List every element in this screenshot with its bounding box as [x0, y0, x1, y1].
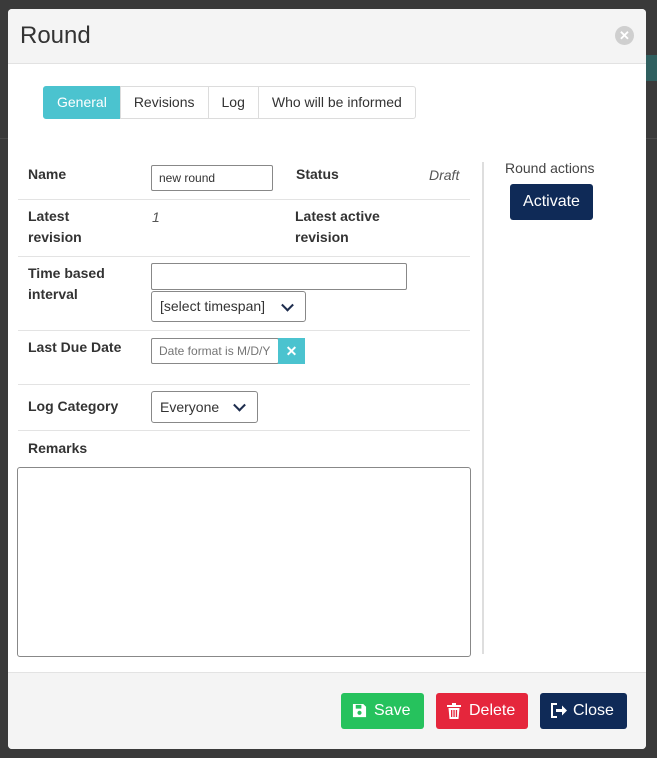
tab-log[interactable]: Log — [207, 86, 259, 119]
last-due-date-input[interactable] — [151, 338, 279, 364]
tab-bar: General Revisions Log Who will be inform… — [43, 86, 416, 119]
latest-revision-label: Latest revision — [28, 208, 82, 245]
time-interval-label: Time based interval — [28, 265, 105, 302]
log-category-label: Log Category — [28, 398, 119, 414]
close-icon[interactable]: ✕ — [615, 26, 634, 45]
backdrop-line — [646, 138, 657, 139]
last-due-date-label: Last Due Date — [28, 339, 122, 355]
timespan-select[interactable]: [select timespan] — [151, 291, 306, 322]
dialog-footer: Save Delete Close — [8, 672, 646, 749]
name-input[interactable] — [151, 165, 273, 191]
timespan-select-value: [select timespan] — [160, 298, 266, 314]
remarks-textarea[interactable] — [17, 467, 471, 657]
form-row-name: Name Status Draft — [18, 161, 470, 200]
tab-general[interactable]: General — [43, 86, 121, 119]
status-label: Status — [296, 166, 339, 182]
dialog-header: Round ✕ — [8, 9, 646, 64]
latest-revision-value: 1 — [152, 209, 160, 225]
backdrop-accent — [645, 55, 657, 81]
form-row-due-date: Last Due Date ✕ — [18, 330, 470, 385]
backdrop-line — [0, 138, 8, 139]
dialog-title: Round — [20, 22, 91, 49]
remarks-label: Remarks — [28, 440, 88, 456]
latest-active-revision-label: Latest active revision — [295, 208, 380, 245]
save-label: Save — [374, 702, 411, 719]
activate-button[interactable]: Activate — [510, 184, 593, 220]
close-label: Close — [573, 702, 614, 719]
form-row-log-category: Log Category Everyone — [18, 384, 470, 431]
status-value: Draft — [429, 167, 460, 183]
sign-out-icon — [551, 703, 567, 718]
clear-date-icon[interactable]: ✕ — [278, 338, 305, 364]
name-label: Name — [28, 166, 67, 182]
form-row-interval: Time based interval [select timespan] — [18, 256, 470, 331]
delete-label: Delete — [469, 702, 516, 719]
close-button[interactable]: Close — [540, 693, 627, 729]
chevron-down-icon — [281, 298, 294, 312]
delete-button[interactable]: Delete — [436, 693, 528, 729]
trash-icon — [447, 703, 461, 719]
save-icon — [352, 703, 367, 718]
round-dialog: Round ✕ General Revisions Log Who will b… — [8, 9, 646, 749]
form-row-revision: Latest revision 1 Latest active revision — [18, 199, 470, 257]
log-category-select-value: Everyone — [160, 399, 220, 415]
tab-revisions[interactable]: Revisions — [119, 86, 209, 119]
save-button[interactable]: Save — [341, 693, 424, 729]
chevron-down-icon — [233, 398, 246, 412]
log-category-select[interactable]: Everyone — [151, 391, 258, 423]
tab-who-will-be-informed[interactable]: Who will be informed — [257, 86, 416, 119]
interval-input[interactable] — [151, 263, 407, 290]
round-actions-title: Round actions — [505, 160, 595, 176]
vertical-divider — [482, 162, 484, 654]
